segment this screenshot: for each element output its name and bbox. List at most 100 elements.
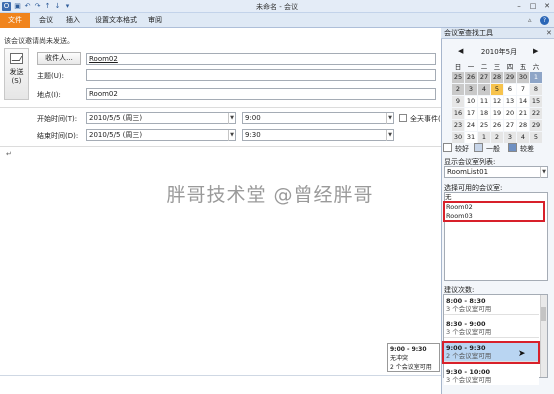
suggestion-time: 8:30 - 9:00	[446, 320, 486, 328]
end-time-field[interactable]: 9:30 ▼	[242, 129, 394, 141]
calendar-day[interactable]: 2	[491, 132, 503, 143]
tab-file[interactable]: 文件	[0, 13, 30, 28]
calendar-day[interactable]: 3	[465, 84, 477, 95]
all-day-checkbox[interactable]	[399, 114, 407, 122]
tab-format-text[interactable]: 设置文本格式	[95, 13, 137, 28]
redo-icon[interactable]: ↷	[33, 2, 42, 11]
calendar-day[interactable]: 1	[530, 72, 542, 83]
start-time-value: 9:00	[245, 114, 261, 122]
calendar-day[interactable]: 30	[452, 132, 464, 143]
calendar-day[interactable]: 22	[530, 108, 542, 119]
scrollbar-thumb[interactable]	[541, 307, 546, 321]
calendar-day[interactable]: 15	[530, 96, 542, 107]
calendar-day[interactable]: 12	[491, 96, 503, 107]
subject-label: 主题(U):	[37, 72, 64, 80]
calendar-day[interactable]: 25	[452, 72, 464, 83]
room-item-room03[interactable]: Room03	[446, 212, 473, 220]
start-date-field[interactable]: 2010/5/5 (周三) ▼	[86, 112, 236, 124]
recipients-field[interactable]: Room02	[86, 53, 436, 65]
suggestion-item[interactable]: 8:00 - 8:30 3 个会议室可用	[444, 296, 539, 315]
divider	[0, 146, 441, 147]
location-field[interactable]: Room02	[86, 88, 436, 100]
prev-month-icon[interactable]: ◀	[458, 47, 463, 55]
calendar-day[interactable]: 14	[517, 96, 529, 107]
next-month-icon[interactable]: ▶	[533, 47, 538, 55]
maximize-button[interactable]: □	[526, 1, 540, 11]
tooltip-time: 9:00 - 9:30	[390, 346, 427, 353]
calendar-day[interactable]: 11	[478, 96, 490, 107]
calendar-day[interactable]: 29	[530, 120, 542, 131]
chevron-down-icon[interactable]: ▼	[228, 113, 235, 124]
close-pane-icon[interactable]: ✕	[546, 29, 552, 37]
room-item-none[interactable]: 无	[445, 193, 452, 201]
calendar-day[interactable]: 26	[491, 120, 503, 131]
save-icon[interactable]: ▣	[13, 2, 22, 11]
calendar-day[interactable]: 7	[517, 84, 529, 95]
weekday-header: 一	[467, 63, 475, 71]
subject-field[interactable]	[86, 69, 436, 81]
calendar-day[interactable]: 18	[478, 108, 490, 119]
calendar-day[interactable]: 10	[465, 96, 477, 107]
customize-toolbar-icon[interactable]: ▾	[63, 2, 72, 11]
tooltip-rooms: 2 个会议室可用	[390, 364, 432, 371]
chevron-down-icon[interactable]: ▼	[228, 130, 235, 141]
calendar-day[interactable]: 25	[478, 120, 490, 131]
recipients-button[interactable]: 收件人...	[37, 52, 81, 65]
all-day-label: 全天事件(	[410, 115, 441, 123]
chevron-down-icon[interactable]: ▼	[386, 130, 393, 141]
calendar-day[interactable]: 29	[504, 72, 516, 83]
calendar-day[interactable]: 21	[517, 108, 529, 119]
calendar-day[interactable]: 2	[452, 84, 464, 95]
help-icon[interactable]: ▵	[528, 16, 532, 24]
calendar-day[interactable]: 16	[452, 108, 464, 119]
outlook-app-icon[interactable]: O	[2, 2, 11, 11]
calendar-day[interactable]: 19	[491, 108, 503, 119]
calendar-day[interactable]: 9	[452, 96, 464, 107]
calendar-day[interactable]: 31	[465, 132, 477, 143]
end-date-value: 2010/5/5 (周三)	[89, 131, 143, 139]
calendar-day[interactable]: 6	[504, 84, 516, 95]
suggestion-item[interactable]: 8:30 - 9:00 3 个会议室可用	[444, 319, 539, 338]
calendar-day[interactable]: 23	[452, 120, 464, 131]
tab-insert[interactable]: 插入	[66, 13, 80, 28]
up-arrow-icon[interactable]: ↑	[43, 2, 52, 11]
send-button[interactable]: 发送 (S)	[4, 48, 29, 100]
calendar-day[interactable]: 28	[517, 120, 529, 131]
calendar-day[interactable]: 4	[478, 84, 490, 95]
calendar-day[interactable]: 27	[504, 120, 516, 131]
minimize-button[interactable]: –	[512, 1, 526, 11]
legend-fair-swatch	[474, 143, 483, 152]
down-arrow-icon[interactable]: ↓	[53, 2, 62, 11]
weekday-header: 二	[480, 63, 488, 71]
room-list-select[interactable]: RoomList01 ▼	[444, 166, 548, 178]
close-button[interactable]: ✕	[540, 1, 554, 11]
calendar-day[interactable]: 30	[517, 72, 529, 83]
calendar-day[interactable]: 24	[465, 120, 477, 131]
calendar-day[interactable]: 1	[478, 132, 490, 143]
tab-meeting[interactable]: 会议	[39, 13, 53, 28]
calendar-day[interactable]: 27	[478, 72, 490, 83]
chevron-down-icon[interactable]: ▼	[540, 167, 547, 178]
calendar-day[interactable]: 8	[530, 84, 542, 95]
tab-review[interactable]: 审阅	[148, 13, 162, 28]
calendar-day[interactable]: 4	[517, 132, 529, 143]
room-item-room02[interactable]: Room02	[446, 203, 473, 211]
calendar-day[interactable]: 20	[504, 108, 516, 119]
calendar-day-selected[interactable]: 5	[491, 84, 503, 95]
calendar-day[interactable]: 17	[465, 108, 477, 119]
suggestion-detail: 3 个会议室可用	[446, 376, 492, 384]
end-date-field[interactable]: 2010/5/5 (周三) ▼	[86, 129, 236, 141]
help-icon-circle[interactable]: ?	[540, 16, 549, 25]
calendar-day[interactable]: 5	[530, 132, 542, 143]
chevron-down-icon[interactable]: ▼	[386, 113, 393, 124]
undo-icon[interactable]: ↶	[23, 2, 32, 11]
calendar-day[interactable]: 28	[491, 72, 503, 83]
calendar-day[interactable]: 26	[465, 72, 477, 83]
calendar-day[interactable]: 13	[504, 96, 516, 107]
suggestion-time: 8:00 - 8:30	[446, 297, 486, 305]
weekday-header: 六	[532, 63, 540, 71]
calendar-day[interactable]: 3	[504, 132, 516, 143]
start-time-field[interactable]: 9:00 ▼	[242, 112, 394, 124]
send-icon	[10, 53, 23, 64]
suggestion-item[interactable]: 9:30 - 10:00 3 个会议室可用	[444, 367, 539, 385]
